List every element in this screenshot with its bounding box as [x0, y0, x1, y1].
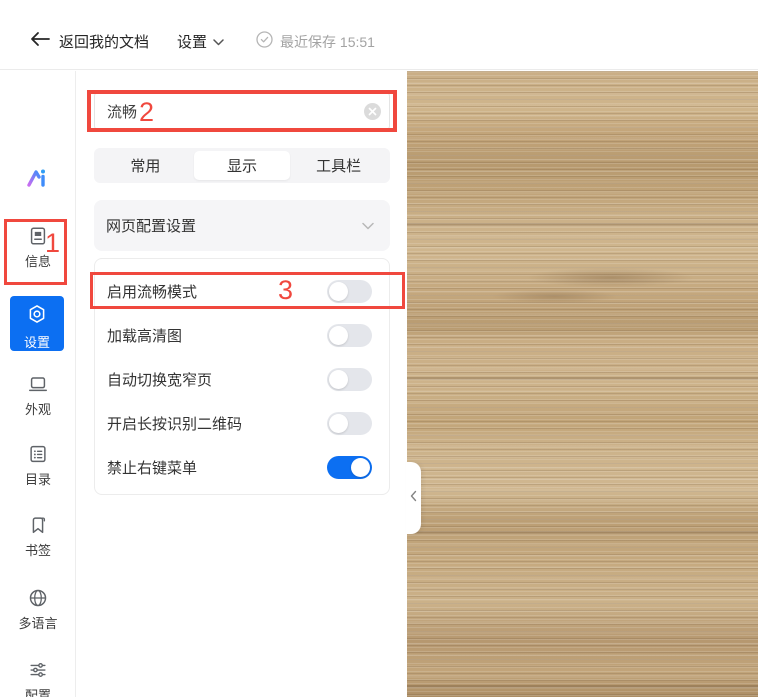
- bookmark-icon: [0, 514, 76, 536]
- sidebar-item-language[interactable]: 多语言: [0, 587, 76, 632]
- back-label: 返回我的文档: [59, 31, 149, 52]
- panel-collapse-handle[interactable]: [406, 462, 421, 534]
- tab-toolbar[interactable]: 工具栏: [290, 151, 387, 180]
- info-card-icon: [0, 225, 76, 247]
- document-preview-wood-texture[interactable]: [407, 71, 758, 697]
- chevron-down-icon: [213, 33, 224, 51]
- setting-row-page-width: 自动切换宽窄页: [107, 357, 372, 401]
- setting-label: 开启长按识别二维码: [107, 413, 242, 434]
- clear-circle-icon[interactable]: [364, 103, 381, 120]
- sidebar-item-label: 配置: [0, 685, 76, 697]
- app-window: 返回我的文档 设置 最近保存 15:51: [0, 0, 758, 697]
- setting-row-hd-image: 加载高清图: [107, 313, 372, 357]
- tab-display[interactable]: 显示: [194, 151, 291, 180]
- sidebar-item-label: 信息: [0, 251, 76, 270]
- sidebar-item-config[interactable]: 配置: [0, 659, 76, 697]
- setting-label: 禁止右键菜单: [107, 457, 197, 478]
- webpage-config-dropdown[interactable]: 网页配置设置: [94, 200, 390, 251]
- tab-label: 常用: [130, 155, 160, 176]
- sidebar-item-label: 书签: [0, 540, 76, 559]
- toggle-knob: [351, 458, 370, 477]
- arrow-left-icon: [30, 31, 50, 52]
- chevron-left-icon: [410, 489, 417, 507]
- check-circle-icon: [256, 31, 273, 53]
- top-toolbar: 返回我的文档 设置 最近保存 15:51: [0, 0, 758, 70]
- sidebar-item-appearance[interactable]: 外观: [0, 373, 76, 418]
- chevron-down-icon: [362, 217, 374, 235]
- sidebar: 信息 设置 外观 目录 书签: [0, 71, 76, 697]
- setting-label: 自动切换宽窄页: [107, 369, 212, 390]
- setting-label: 加载高清图: [107, 325, 182, 346]
- sidebar-item-label: 多语言: [0, 613, 76, 632]
- document-title: 设置: [177, 31, 207, 52]
- save-status-label: 最近保存 15:51: [280, 32, 375, 52]
- setting-label: 启用流畅模式: [107, 281, 197, 302]
- sidebar-item-label: 设置: [10, 332, 64, 351]
- globe-icon: [0, 587, 76, 609]
- tab-label: 显示: [227, 155, 257, 176]
- monitor-icon: [0, 373, 76, 395]
- toggle-knob: [329, 282, 348, 301]
- ai-logo[interactable]: [0, 165, 76, 196]
- sidebar-item-bookmark[interactable]: 书签: [0, 514, 76, 559]
- setting-row-context-menu: 禁止右键菜单: [107, 445, 372, 489]
- toggle-knob: [329, 370, 348, 389]
- settings-tabs: 常用 显示 工具栏: [94, 148, 390, 183]
- toc-list-icon: [0, 443, 76, 465]
- page-width-toggle[interactable]: [327, 368, 372, 391]
- sidebar-item-info[interactable]: 信息: [0, 225, 76, 270]
- dropdown-label: 网页配置设置: [106, 215, 196, 236]
- sidebar-item-settings[interactable]: 设置: [10, 296, 64, 351]
- sidebar-item-label: 目录: [0, 469, 76, 488]
- setting-row-fluent-mode: 启用流畅模式: [107, 269, 372, 313]
- tab-common[interactable]: 常用: [97, 151, 194, 180]
- sliders-icon: [0, 659, 76, 681]
- settings-panel: 常用 显示 工具栏 网页配置设置 启用流畅模式 加载高清图 自动切换宽窄页: [77, 71, 407, 697]
- search-field-wrap: [94, 92, 390, 130]
- tab-label: 工具栏: [316, 155, 361, 176]
- document-title-menu[interactable]: 设置: [177, 31, 224, 52]
- setting-row-qrcode: 开启长按识别二维码: [107, 401, 372, 445]
- search-input[interactable]: [94, 92, 390, 130]
- fluent-mode-toggle[interactable]: [327, 280, 372, 303]
- save-status: 最近保存 15:51: [256, 31, 375, 53]
- gear-icon: [26, 312, 48, 329]
- context-menu-toggle[interactable]: [327, 456, 372, 479]
- hd-image-toggle[interactable]: [327, 324, 372, 347]
- toggle-knob: [329, 326, 348, 345]
- sidebar-item-toc[interactable]: 目录: [0, 443, 76, 488]
- qrcode-toggle[interactable]: [327, 412, 372, 435]
- display-settings-card: 启用流畅模式 加载高清图 自动切换宽窄页 开启长按识别二维码 禁止右键菜单: [94, 258, 390, 495]
- back-button[interactable]: 返回我的文档: [30, 31, 149, 52]
- sidebar-item-label: 外观: [0, 399, 76, 418]
- toggle-knob: [329, 414, 348, 433]
